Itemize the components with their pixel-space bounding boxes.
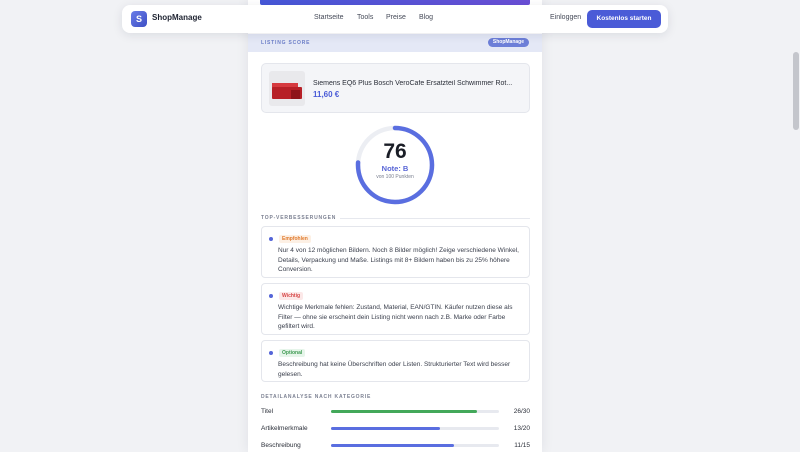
category-value-artikelmerkmale: 13/20	[513, 425, 530, 432]
tip-text: Nur 4 von 12 möglichen Bildern. Noch 8 B…	[278, 247, 519, 273]
category-label-titel: Titel	[261, 408, 274, 415]
nav-link-blog[interactable]: Blog	[419, 14, 433, 21]
page-scrollbar[interactable]	[792, 0, 800, 452]
brand-name[interactable]: ShopManage	[152, 13, 202, 22]
tip-badge: Optional	[279, 349, 306, 357]
scrollbar-thumb[interactable]	[793, 52, 799, 130]
category-value-beschreibung: 11/15	[514, 442, 530, 449]
nav-link-tools[interactable]: Tools	[357, 14, 373, 21]
tip-card: Optional Beschreibung hat keine Überschr…	[261, 340, 530, 382]
tip-card: Empfohlen Nur 4 von 12 möglichen Bildern…	[261, 226, 530, 278]
category-value-titel: 26/30	[513, 408, 530, 415]
improvements-title: TOP-VERBESSERUNGEN	[261, 215, 337, 221]
category-bar-beschreibung	[331, 444, 499, 447]
category-bar-fill	[331, 410, 477, 413]
login-link[interactable]: Einloggen	[550, 14, 581, 21]
category-label-beschreibung: Beschreibung	[261, 442, 301, 449]
brand-badge: ShopManage	[487, 38, 529, 47]
category-label-artikelmerkmale: Artikelmerkmale	[261, 425, 308, 432]
category-bar-artikelmerkmale	[331, 427, 499, 430]
tip-text: Beschreibung hat keine Überschriften ode…	[278, 361, 511, 378]
product-price: 11,60 €	[313, 90, 340, 99]
tip-card: Wichtig Wichtige Merkmale fehlen: Zustan…	[261, 283, 530, 335]
score-subtitle: von 100 Punkten	[376, 174, 414, 180]
listing-score-card: LISTING SCORE ShopManage Siemens EQ6 Plu…	[248, 0, 542, 452]
category-bar-fill	[331, 427, 441, 430]
nav-link-preise[interactable]: Preise	[386, 14, 406, 21]
score-grade: Note: B	[381, 164, 409, 173]
nav-link-startseite[interactable]: Startseite	[314, 14, 344, 21]
product-title: Siemens EQ6 Plus Bosch VeroCafe Ersatzte…	[313, 80, 513, 87]
score-header: LISTING SCORE ShopManage	[248, 34, 542, 52]
bullet-icon	[269, 294, 273, 298]
score-value: 76	[383, 140, 407, 163]
tip-badge: Wichtig	[279, 292, 304, 300]
product-image	[269, 71, 305, 106]
top-navbar: S ShopManage Startseite Tools Preise Blo…	[122, 5, 668, 33]
bullet-icon	[269, 351, 273, 355]
tip-text: Wichtige Merkmale fehlen: Zustand, Mater…	[278, 304, 513, 330]
category-bar-fill	[331, 444, 455, 447]
start-free-button[interactable]: Kostenlos starten	[587, 10, 661, 28]
tip-badge: Empfohlen	[279, 235, 311, 243]
bullet-icon	[269, 237, 273, 241]
shopmanage-logo-icon[interactable]: S	[131, 11, 147, 27]
score-header-label: LISTING SCORE	[261, 40, 311, 46]
category-bar-titel	[331, 410, 499, 413]
product-summary: Siemens EQ6 Plus Bosch VeroCafe Ersatzte…	[261, 63, 530, 113]
details-title: DETAILANALYSE NACH KATEGORIE	[261, 394, 372, 400]
section-divider	[340, 218, 530, 219]
